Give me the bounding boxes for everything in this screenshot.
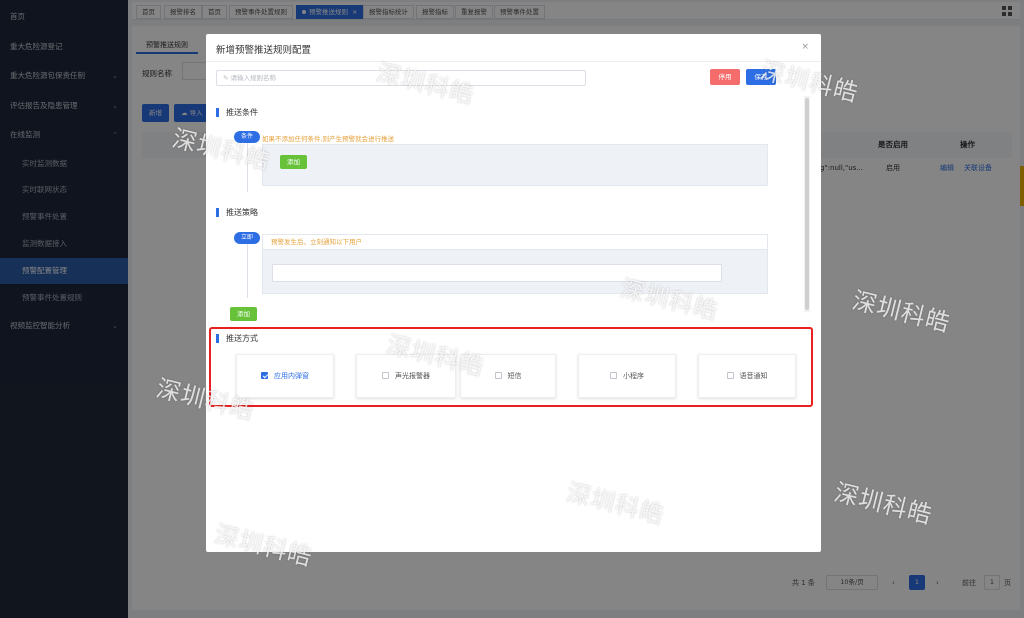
highlight-frame [209, 327, 813, 407]
timeline-line [247, 242, 248, 298]
section-title-condition: 推送条件 [216, 108, 258, 117]
section-title-strategy: 推送策略 [216, 208, 258, 217]
scrollbar-thumb[interactable] [805, 98, 809, 310]
push-rule-modal: 新增预警推送规则配置 × ✎ 请输入规则名称 停用 保存 推送条件 条件 如果不… [206, 34, 821, 552]
condition-hint: 如果不添加任何条件,则产生预警就会进行推送 [262, 135, 395, 143]
condition-node: 条件 [234, 131, 260, 143]
rule-name-input[interactable]: ✎ 请输入规则名称 [216, 70, 586, 86]
timeline-line [247, 140, 248, 192]
immediate-node: 立即 [234, 232, 260, 244]
disable-button[interactable]: 停用 [710, 69, 740, 85]
add-condition-button[interactable]: 添加 [280, 155, 307, 169]
rule-name-placeholder: 请输入规则名称 [230, 74, 277, 82]
notify-users-select[interactable] [272, 264, 722, 282]
modal-header: 新增预警推送规则配置 × [206, 34, 821, 62]
condition-panel [262, 144, 768, 186]
strategy-hint: 预警发生后，立刻通知以下用户 [262, 234, 768, 250]
edit-icon: ✎ [223, 74, 231, 82]
add-strategy-button[interactable]: 添加 [230, 307, 257, 321]
close-icon[interactable]: × [801, 42, 809, 52]
save-button[interactable]: 保存 [746, 69, 776, 85]
modal-title: 新增预警推送规则配置 [216, 45, 312, 56]
